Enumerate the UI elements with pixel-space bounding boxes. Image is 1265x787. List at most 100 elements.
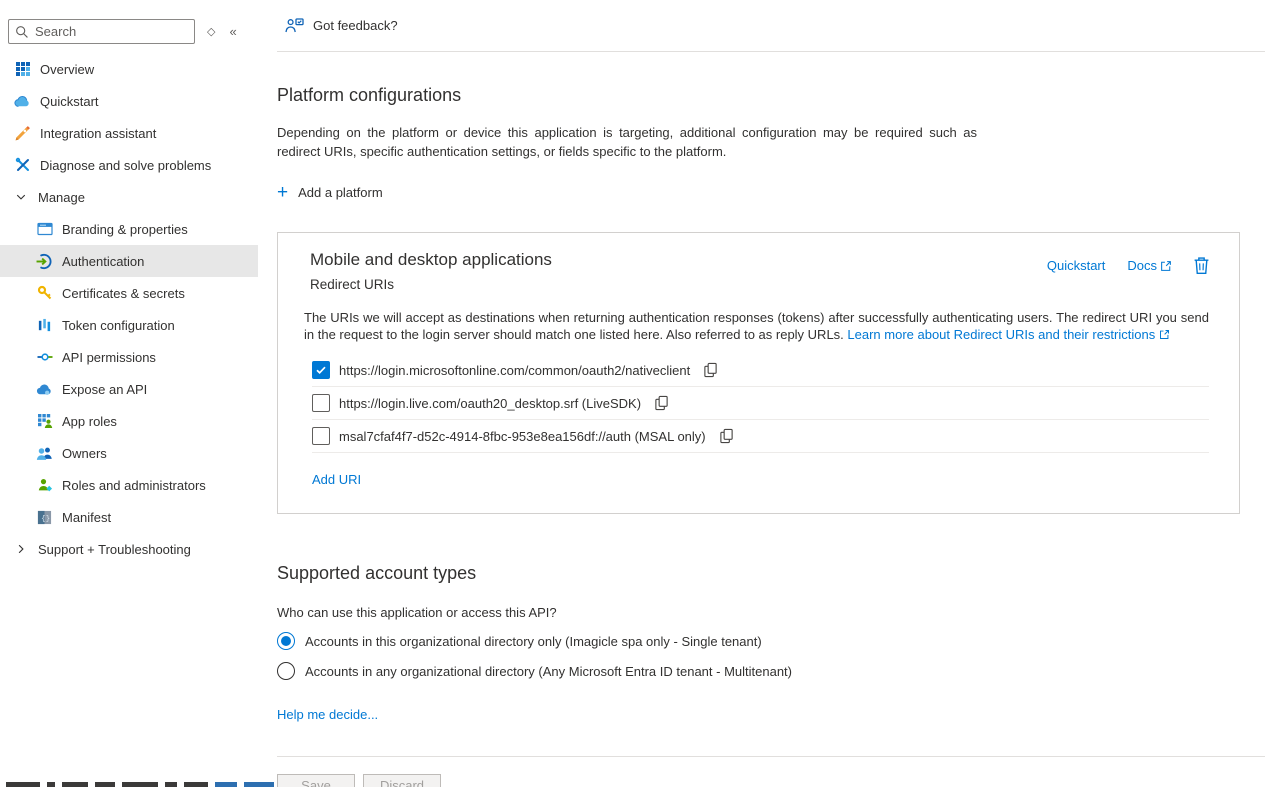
clipped-text-fragment <box>6 782 274 787</box>
redirect-uri-value[interactable]: https://login.live.com/oauth20_desktop.s… <box>339 396 641 411</box>
command-bar: Got feedback? <box>277 0 1265 52</box>
people-icon <box>36 445 53 462</box>
external-link-icon <box>1159 329 1170 340</box>
footer-actions: Save Discard <box>277 774 1265 787</box>
add-platform-button[interactable]: + Add a platform <box>277 185 383 200</box>
plus-icon: + <box>277 186 288 200</box>
sidebar-item-label: Authentication <box>62 254 144 269</box>
sidebar-item-label: Overview <box>40 62 94 77</box>
sidebar-group-support[interactable]: Support + Troubleshooting <box>0 533 258 565</box>
radio-label: Accounts in this organizational director… <box>305 634 762 649</box>
sidebar-item-app-roles[interactable]: App roles <box>0 405 258 437</box>
radio-multitenant[interactable]: Accounts in any organizational directory… <box>277 662 1265 680</box>
manifest-icon: {} <box>36 509 53 526</box>
redirect-uri-value[interactable]: https://login.microsoftonline.com/common… <box>339 363 690 378</box>
search-box[interactable] <box>8 19 195 44</box>
collapse-sidebar-icon[interactable]: « <box>229 24 236 39</box>
sidebar-item-label: Diagnose and solve problems <box>40 158 211 173</box>
account-types-question: Who can use this application or access t… <box>277 605 1265 620</box>
rocket-icon <box>14 125 31 142</box>
sidebar-item-label: Token configuration <box>62 318 175 333</box>
delete-platform-button[interactable] <box>1194 257 1209 274</box>
sidebar-item-owners[interactable]: Owners <box>0 437 258 469</box>
radio-single-tenant[interactable]: Accounts in this organizational director… <box>277 632 1265 650</box>
sidebar-item-authentication[interactable]: Authentication <box>0 245 258 277</box>
add-uri-link[interactable]: Add URI <box>312 472 361 487</box>
sidebar-item-integration-assistant[interactable]: Integration assistant <box>0 117 258 149</box>
sidebar-item-quickstart[interactable]: Quickstart <box>0 85 258 117</box>
sidebar-item-label: Expose an API <box>62 382 147 397</box>
sidebar-item-label: API permissions <box>62 350 156 365</box>
sidebar-item-label: Manifest <box>62 510 111 525</box>
grid-person-icon <box>36 413 53 430</box>
sidebar-item-label: Integration assistant <box>40 126 156 141</box>
sidebar-item-manifest[interactable]: {} Manifest <box>0 501 258 533</box>
copy-button[interactable] <box>719 428 734 444</box>
got-feedback-button[interactable]: Got feedback? <box>277 17 398 34</box>
browser-window-icon <box>36 221 53 238</box>
copy-button[interactable] <box>654 395 669 411</box>
docs-link[interactable]: Docs <box>1127 258 1157 273</box>
authentication-icon <box>36 253 53 270</box>
sidebar-group-label: Manage <box>38 190 85 205</box>
search-input[interactable] <box>35 24 188 39</box>
copy-icon <box>654 395 669 411</box>
check-icon <box>315 364 327 376</box>
card-actions: Quickstart Docs <box>1047 257 1209 274</box>
sidebar-item-certificates[interactable]: Certificates & secrets <box>0 277 258 309</box>
key-icon <box>36 285 53 302</box>
sidebar-item-overview[interactable]: Overview <box>0 53 258 85</box>
uri-checkbox-checked[interactable] <box>312 361 330 379</box>
api-arrow-icon <box>36 349 53 366</box>
overview-grid-icon <box>14 61 31 78</box>
main-content: Got feedback? Platform configurations De… <box>258 0 1265 787</box>
tools-icon <box>14 157 31 174</box>
sidebar-item-api-permissions[interactable]: API permissions <box>0 341 258 373</box>
cloud-api-icon <box>36 381 53 398</box>
sidebar-item-token-configuration[interactable]: Token configuration <box>0 309 258 341</box>
copy-button[interactable] <box>703 362 718 378</box>
add-platform-label: Add a platform <box>298 185 383 200</box>
redirect-uri-row: msal7cfaf4f7-d52c-4914-8fbc-953e8ea156df… <box>312 420 1209 453</box>
sidebar-item-branding[interactable]: Branding & properties <box>0 213 258 245</box>
app-window: ◇ « Overview Quickstart Integration a <box>0 0 1265 787</box>
save-button[interactable]: Save <box>277 774 355 787</box>
redirect-uri-value[interactable]: msal7cfaf4f7-d52c-4914-8fbc-953e8ea156df… <box>339 429 706 444</box>
card-subtitle: Redirect URIs <box>310 277 552 292</box>
sidebar-group-manage[interactable]: Manage <box>0 181 258 213</box>
copy-icon <box>703 362 718 378</box>
sidebar-item-label: Certificates & secrets <box>62 286 185 301</box>
sidebar-group-label: Support + Troubleshooting <box>38 542 191 557</box>
discard-button[interactable]: Discard <box>363 774 441 787</box>
redirect-uris-description: The URIs we will accept as destinations … <box>304 309 1209 343</box>
person-diamond-icon <box>36 477 53 494</box>
sidebar: ◇ « Overview Quickstart Integration a <box>0 0 258 787</box>
quickstart-link[interactable]: Quickstart <box>1047 258 1106 273</box>
redirect-uri-row: https://login.microsoftonline.com/common… <box>312 354 1209 387</box>
radio-unselected-icon[interactable] <box>277 662 295 680</box>
pin-diamond-icon[interactable]: ◇ <box>207 25 215 38</box>
search-icon <box>15 25 29 39</box>
help-me-decide-link[interactable]: Help me decide... <box>277 707 378 722</box>
redirect-uri-list: https://login.microsoftonline.com/common… <box>304 354 1209 453</box>
sidebar-item-label: App roles <box>62 414 117 429</box>
uri-checkbox[interactable] <box>312 427 330 445</box>
platform-description: Depending on the platform or device this… <box>277 123 977 161</box>
learn-more-link[interactable]: Learn more about Redirect URIs and their… <box>847 327 1155 342</box>
sidebar-item-expose-api[interactable]: Expose an API <box>0 373 258 405</box>
radio-selected-icon[interactable] <box>277 632 295 650</box>
external-link-icon <box>1160 260 1172 272</box>
sidebar-item-diagnose[interactable]: Diagnose and solve problems <box>0 149 258 181</box>
feedback-icon <box>285 17 304 34</box>
sidebar-search-row: ◇ « <box>0 19 258 44</box>
sidebar-item-label: Roles and administrators <box>62 478 206 493</box>
sidebar-item-label: Quickstart <box>40 94 99 109</box>
redirect-uri-row: https://login.live.com/oauth20_desktop.s… <box>312 387 1209 420</box>
sidebar-item-label: Owners <box>62 446 107 461</box>
chevron-right-icon <box>14 542 28 556</box>
chevron-down-icon <box>14 190 28 204</box>
uri-checkbox[interactable] <box>312 394 330 412</box>
sidebar-item-roles-admins[interactable]: Roles and administrators <box>0 469 258 501</box>
got-feedback-label: Got feedback? <box>313 18 398 33</box>
bars-icon <box>36 317 53 334</box>
